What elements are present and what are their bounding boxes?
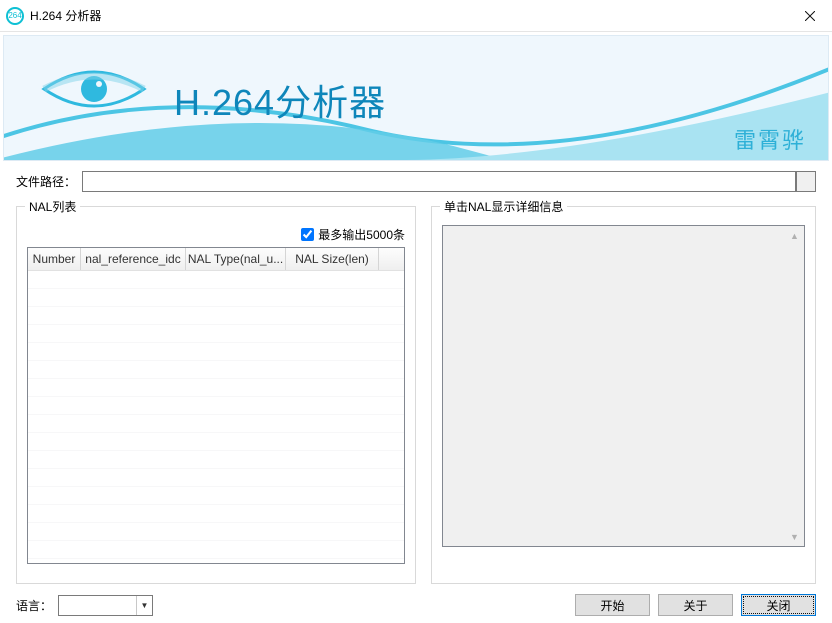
close-icon: [805, 11, 815, 21]
col-naltype[interactable]: NAL Type(nal_u...: [186, 248, 286, 270]
scroll-down-icon[interactable]: ▼: [786, 528, 803, 545]
dropdown-arrow-icon: ▼: [136, 596, 152, 615]
nal-table-body[interactable]: [28, 271, 404, 563]
nal-list-group: NAL列表 最多输出5000条 Number nal_reference_idc…: [16, 206, 416, 584]
nal-detail-textarea[interactable]: ▲ ▼: [442, 225, 805, 547]
language-label: 语言：: [16, 597, 52, 614]
col-refidc[interactable]: nal_reference_idc: [81, 248, 186, 270]
app-icon: 264: [6, 7, 24, 25]
nal-table-header: Number nal_reference_idc NAL Type(nal_u.…: [28, 248, 404, 271]
browse-button[interactable]: [796, 171, 816, 192]
app-banner: H.264分析器 雷霄骅: [3, 35, 829, 161]
max-output-checkbox[interactable]: [301, 228, 314, 241]
nal-detail-group: 单击NAL显示详细信息 ▲ ▼: [431, 206, 816, 584]
close-button[interactable]: 关闭: [741, 594, 816, 616]
app-author: 雷霄骅: [734, 123, 806, 155]
col-number[interactable]: Number: [28, 248, 81, 270]
nal-table[interactable]: Number nal_reference_idc NAL Type(nal_u.…: [27, 247, 405, 564]
col-spare[interactable]: [379, 248, 404, 270]
col-nalsize[interactable]: NAL Size(len): [286, 248, 379, 270]
window-title: H.264 分析器: [30, 7, 101, 24]
nal-detail-legend: 单击NAL显示详细信息: [440, 198, 567, 215]
nal-list-legend: NAL列表: [25, 198, 80, 215]
language-select[interactable]: ▼: [58, 595, 153, 616]
filepath-label: 文件路径：: [16, 173, 76, 190]
app-title: H.264分析器: [174, 74, 386, 126]
detail-scrollbar[interactable]: ▲ ▼: [786, 227, 803, 545]
max-output-label: 最多输出5000条: [318, 226, 405, 243]
about-button[interactable]: 关于: [658, 594, 733, 616]
eye-logo-icon: [39, 61, 149, 119]
scroll-up-icon[interactable]: ▲: [786, 227, 803, 244]
filepath-input[interactable]: [82, 171, 796, 192]
start-button[interactable]: 开始: [575, 594, 650, 616]
window-titlebar: 264 H.264 分析器: [0, 0, 832, 32]
window-close-button[interactable]: [787, 0, 832, 32]
